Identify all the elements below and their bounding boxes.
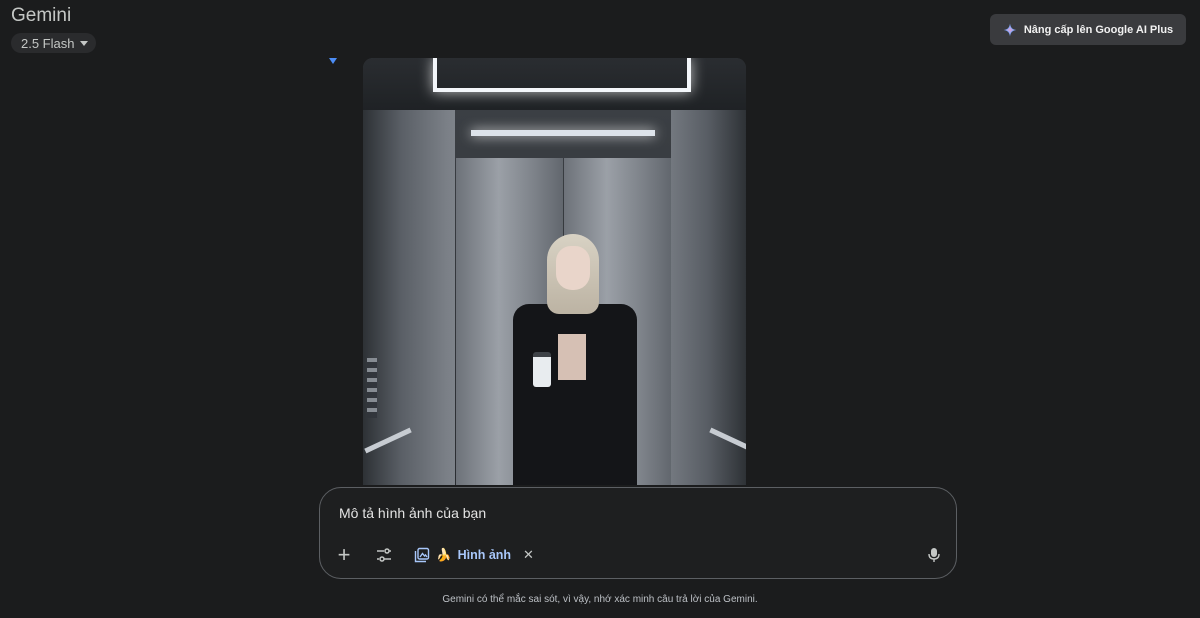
image-door-light: [471, 130, 655, 136]
plus-icon[interactable]: +: [332, 543, 356, 567]
image-tool-chip[interactable]: 🍌 Hình ảnh ✕: [414, 543, 534, 567]
image-button-panel: [367, 358, 377, 418]
generated-image[interactable]: [363, 58, 746, 485]
model-selector[interactable]: 2.5 Flash: [11, 33, 97, 53]
image-collection-icon: [414, 547, 430, 563]
image-person-suit: [513, 304, 637, 485]
scroll-marker: [329, 58, 337, 64]
image-handrail-right: [709, 427, 746, 454]
upgrade-button[interactable]: Nâng cấp lên Google AI Plus: [990, 14, 1186, 45]
image-tool-label: Hình ảnh: [457, 548, 512, 562]
sparkle-icon: [1003, 23, 1017, 36]
tune-icon[interactable]: [372, 543, 396, 567]
image-ceiling-light: [433, 58, 691, 92]
app-title[interactable]: Gemini: [11, 5, 71, 27]
disclaimer-text: Gemini có thể mắc sai sót, vì vậy, nhớ x…: [442, 594, 758, 605]
image-person-torso: [558, 334, 586, 380]
image-person: [503, 234, 643, 485]
image-handrail-left: [364, 427, 412, 454]
upgrade-label: Nâng cấp lên Google AI Plus: [1023, 23, 1174, 36]
prompt-input[interactable]: [337, 504, 901, 522]
close-icon[interactable]: ✕: [523, 547, 534, 563]
banana-emoji: 🍌: [436, 547, 452, 562]
image-coffee-cup: [533, 352, 551, 387]
image-person-face: [556, 246, 590, 290]
microphone-icon[interactable]: [922, 543, 946, 567]
model-label: 2.5 Flash: [21, 35, 75, 51]
prompt-composer: + 🍌 Hình ảnh ✕: [319, 487, 957, 579]
chevron-down-icon: [80, 41, 89, 46]
